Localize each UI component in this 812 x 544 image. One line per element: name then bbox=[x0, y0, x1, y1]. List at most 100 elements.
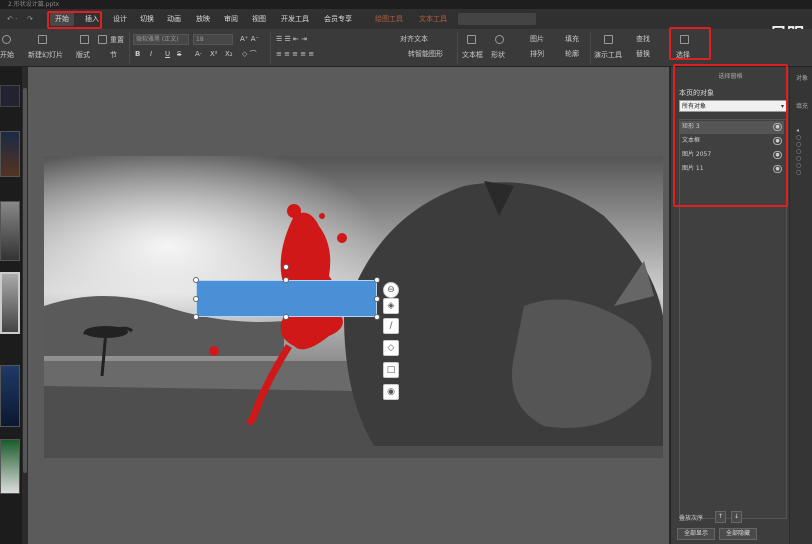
tab-slideshow[interactable]: 放映 bbox=[191, 12, 215, 26]
search-box[interactable] bbox=[458, 13, 536, 25]
resize-handle[interactable] bbox=[374, 277, 380, 283]
object-item[interactable]: 图片 11 ● bbox=[679, 163, 784, 176]
slide-thumbnail[interactable] bbox=[0, 85, 20, 107]
grow-font-icon[interactable]: A⁺ A⁻ bbox=[240, 35, 259, 44]
resize-handle[interactable] bbox=[374, 296, 380, 302]
object-name: 图片 11 bbox=[682, 165, 704, 172]
strikethrough-button[interactable]: S bbox=[177, 50, 181, 59]
show-all-button[interactable]: 全部显示 bbox=[677, 528, 715, 540]
align-icons[interactable]: ≡ ≡ ≡ ≡ ≡ bbox=[276, 50, 314, 59]
chevron-down-icon: ▾ bbox=[780, 103, 784, 110]
slide-thumbnail-selected[interactable] bbox=[0, 272, 20, 334]
new-slide-icon[interactable] bbox=[38, 35, 47, 44]
resize-handle[interactable] bbox=[193, 314, 199, 320]
layout-button[interactable]: 版式 bbox=[76, 51, 90, 60]
tab-design[interactable]: 设计 bbox=[108, 12, 132, 26]
outline-icon[interactable]: □ bbox=[383, 362, 399, 378]
selection-pane: 选择窗格 本页的对象 所有对象 ▾ 矩形 3 ● 文本框 ● 图片 2057 ●… bbox=[670, 67, 789, 544]
tab-home[interactable]: 开始 bbox=[50, 12, 74, 26]
tab-view[interactable]: 视图 bbox=[247, 12, 271, 26]
resize-handle[interactable] bbox=[193, 277, 199, 283]
list-icons[interactable]: ☰ ☰ ⇤ ⇥ bbox=[276, 35, 307, 44]
fill-button[interactable]: 填充 bbox=[565, 35, 579, 44]
select-cursor-icon[interactable] bbox=[680, 35, 689, 44]
stacking-order-label: 叠放次序 bbox=[679, 515, 704, 522]
slide-thumbnail[interactable] bbox=[0, 365, 20, 427]
smartart-button[interactable]: 转智能图形 bbox=[408, 50, 443, 59]
font-color-icon[interactable]: A· bbox=[195, 50, 202, 59]
eye-icon[interactable]: ● bbox=[773, 123, 782, 131]
layout-icon[interactable] bbox=[80, 35, 89, 44]
replace-button[interactable]: 替换 bbox=[636, 50, 650, 59]
pen-icon[interactable]: ∕ bbox=[383, 318, 399, 334]
outline-button[interactable]: 轮廓 bbox=[565, 50, 579, 59]
presenter-tools-icon[interactable] bbox=[604, 35, 613, 44]
textbox-button[interactable]: 文本框 bbox=[462, 51, 483, 60]
tab-animation[interactable]: 动画 bbox=[162, 12, 186, 26]
find-button[interactable]: 查找 bbox=[636, 35, 650, 44]
rotate-handle[interactable] bbox=[283, 264, 289, 270]
hide-all-button[interactable]: 全部隐藏 bbox=[719, 528, 757, 540]
slide-thumbnail[interactable] bbox=[0, 439, 20, 494]
fill-bucket-icon[interactable]: ◇ bbox=[383, 340, 399, 356]
resize-handle[interactable] bbox=[193, 296, 199, 302]
object-item[interactable]: 矩形 3 ● bbox=[679, 121, 784, 134]
font-name-combo[interactable]: 微软雅黑 (正文) bbox=[133, 34, 189, 45]
presenter-tools-button[interactable]: 演示工具 bbox=[594, 51, 622, 60]
collapse-icon[interactable]: ⊖ bbox=[383, 282, 399, 298]
bold-button[interactable]: B bbox=[135, 50, 140, 59]
tab-member[interactable]: 会员专享 bbox=[319, 12, 357, 26]
tab-drawing-tools[interactable]: 绘图工具 bbox=[370, 12, 408, 26]
shape-button[interactable]: 形状 bbox=[491, 51, 505, 60]
ribbon-toolbar: 开始 新建幻灯片 版式 重置 节 微软雅黑 (正文) 18 A⁺ A⁻ B I … bbox=[0, 29, 812, 67]
effects-icon[interactable]: ◉ bbox=[383, 384, 399, 400]
resize-handle[interactable] bbox=[374, 314, 380, 320]
italic-button[interactable]: I bbox=[150, 50, 152, 59]
eye-icon[interactable]: ● bbox=[773, 137, 782, 145]
tab-review[interactable]: 审阅 bbox=[219, 12, 243, 26]
reset-button[interactable]: 重置 bbox=[110, 36, 124, 45]
clear-format-icon[interactable]: ◇ ⌒ bbox=[242, 50, 257, 59]
subscript-button[interactable]: X₂ bbox=[225, 50, 233, 59]
reset-icon[interactable] bbox=[98, 35, 107, 44]
fill-tab-label[interactable]: 填充 bbox=[796, 101, 808, 110]
start-label[interactable]: 开始 bbox=[0, 51, 14, 60]
resize-handle[interactable] bbox=[283, 277, 289, 283]
tab-insert[interactable]: 插入 bbox=[80, 12, 104, 26]
radio-icons[interactable]: ◂ ○ ○ ○ ○ ○ ○ bbox=[796, 127, 801, 176]
slide-thumbnail[interactable] bbox=[0, 131, 20, 177]
move-down-button[interactable]: ↓ bbox=[731, 511, 742, 523]
underline-button[interactable]: U bbox=[165, 50, 170, 59]
slide-thumbnail[interactable] bbox=[0, 201, 20, 261]
arrange-button[interactable]: 排列 bbox=[530, 50, 544, 59]
tab-text-tools[interactable]: 文本工具 bbox=[414, 12, 452, 26]
move-up-button[interactable]: ↑ bbox=[715, 511, 726, 523]
undo-icon[interactable]: ↶ · bbox=[2, 12, 22, 26]
textbox-icon[interactable] bbox=[467, 35, 476, 44]
object-filter-select[interactable]: 所有对象 ▾ bbox=[679, 100, 787, 112]
picture-button[interactable]: 图片 bbox=[530, 35, 544, 44]
slide-thumbnail-panel bbox=[0, 67, 22, 544]
separator bbox=[129, 32, 130, 64]
separator bbox=[590, 32, 591, 64]
object-item[interactable]: 图片 2057 ● bbox=[679, 149, 784, 162]
section-button[interactable]: 节 bbox=[110, 51, 117, 60]
tab-transition[interactable]: 切换 bbox=[135, 12, 159, 26]
redo-icon[interactable]: ↷ bbox=[22, 12, 38, 26]
layers-icon[interactable]: ◈ bbox=[383, 298, 399, 314]
eye-icon[interactable]: ● bbox=[773, 151, 782, 159]
eye-icon[interactable]: ● bbox=[773, 165, 782, 173]
font-size-combo[interactable]: 18 bbox=[193, 34, 233, 45]
start-icon[interactable] bbox=[2, 35, 11, 44]
new-slide-button[interactable]: 新建幻灯片 bbox=[28, 51, 63, 60]
select-button[interactable]: 选择 bbox=[676, 51, 690, 60]
align-text-button[interactable]: 对齐文本 bbox=[400, 35, 428, 44]
document-title: 2.形状设计篇.pptx bbox=[8, 1, 60, 8]
object-item[interactable]: 文本框 ● bbox=[679, 135, 784, 148]
resize-handle[interactable] bbox=[283, 314, 289, 320]
selected-rectangle-shape[interactable] bbox=[196, 280, 377, 317]
superscript-button[interactable]: X² bbox=[210, 50, 218, 59]
tab-developer[interactable]: 开发工具 bbox=[276, 12, 314, 26]
thumbnail-scrollbar[interactable] bbox=[23, 88, 27, 473]
shape-icon[interactable] bbox=[495, 35, 504, 44]
